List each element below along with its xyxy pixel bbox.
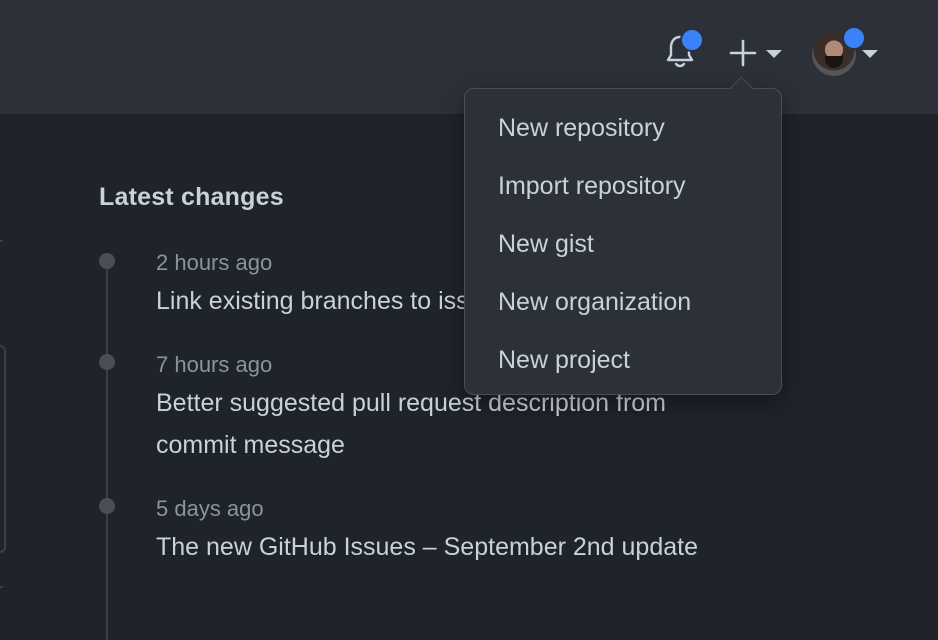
menu-item-new-organization[interactable]: New organization xyxy=(465,273,781,331)
chevron-down-icon xyxy=(862,50,878,58)
page: Latest changes 2 hours ago Link existing… xyxy=(0,0,938,640)
change-time: 2 hours ago xyxy=(156,250,273,275)
status-dot xyxy=(842,26,866,50)
dropdown-menu-list: New repository Import repository New gis… xyxy=(465,89,781,389)
timeline-line xyxy=(106,262,108,640)
menu-item-import-repository[interactable]: Import repository xyxy=(465,157,781,215)
change-time: 5 days ago xyxy=(156,496,264,521)
change-time: 7 hours ago xyxy=(156,352,273,377)
sidebar-edge xyxy=(0,345,6,553)
notifications-button[interactable] xyxy=(662,28,704,72)
plus-icon xyxy=(729,39,757,67)
menu-item-new-gist[interactable]: New gist xyxy=(465,215,781,273)
create-new-dropdown: New repository Import repository New gis… xyxy=(464,76,782,395)
timeline-dot xyxy=(99,354,115,370)
menu-item-new-repository[interactable]: New repository xyxy=(465,99,781,157)
chevron-down-icon xyxy=(766,50,782,58)
timeline-dot xyxy=(99,498,115,514)
divider xyxy=(0,240,3,242)
change-link[interactable]: The new GitHub Issues – September 2nd up… xyxy=(156,526,716,568)
unread-notification-dot xyxy=(680,28,704,52)
create-new-button[interactable] xyxy=(728,34,786,72)
divider xyxy=(0,586,3,588)
user-menu-button[interactable] xyxy=(812,26,882,76)
menu-item-new-project[interactable]: New project xyxy=(465,331,781,389)
latest-changes-title: Latest changes xyxy=(99,183,284,211)
timeline-dot xyxy=(99,253,115,269)
